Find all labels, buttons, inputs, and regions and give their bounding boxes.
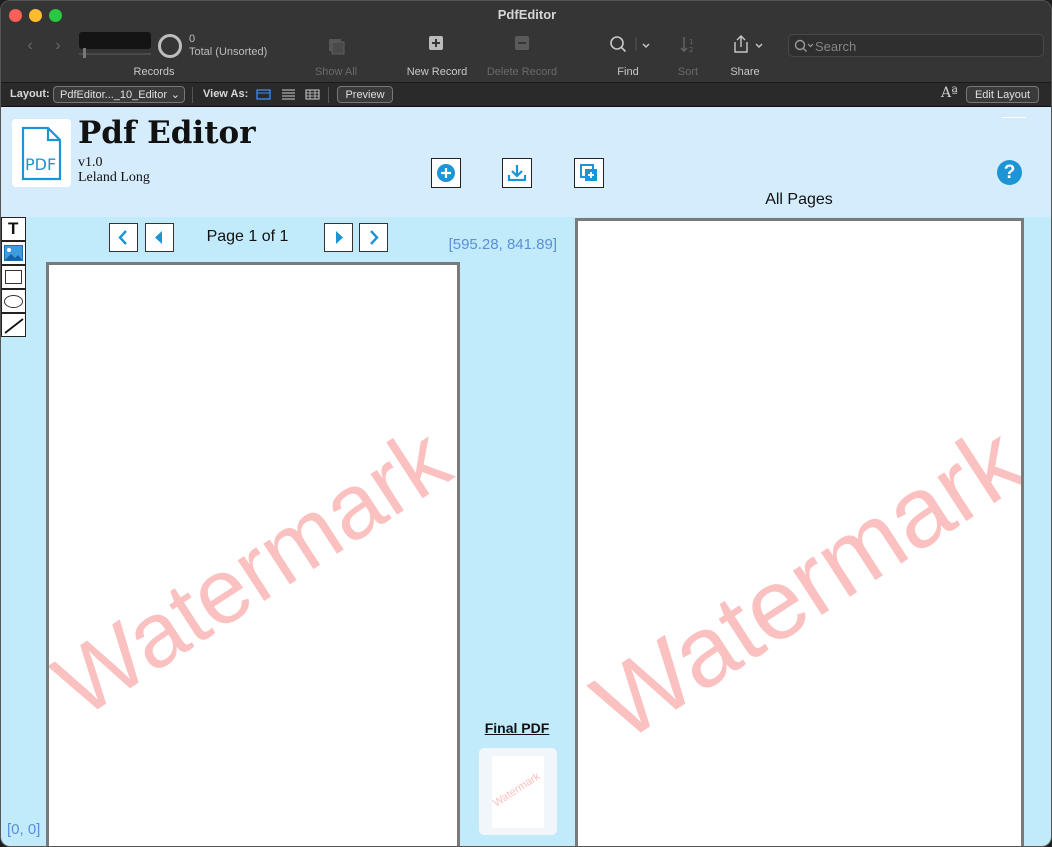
search-input[interactable]: Search	[788, 34, 1044, 57]
edit-page-canvas[interactable]: Watermark	[46, 262, 460, 846]
rectangle-tool-button[interactable]	[1, 265, 26, 289]
show-all-icon[interactable]	[327, 35, 347, 60]
page-size-readout: [595.28, 841.89]	[448, 236, 557, 253]
form-view-icon[interactable]	[256, 88, 271, 104]
thumbnail-watermark: Watermark	[492, 770, 543, 810]
app-window: PdfEditor ‹ › 0 Total (Unsorted) Records…	[0, 0, 1052, 847]
new-record-button[interactable]: New Record	[401, 66, 473, 78]
app-logo: PDF	[12, 119, 71, 187]
all-pages-label: All Pages	[765, 191, 833, 208]
search-icon	[794, 39, 814, 52]
previous-page-button[interactable]	[145, 223, 174, 252]
next-record-button[interactable]: ›	[51, 37, 65, 55]
line-tool-button[interactable]	[1, 313, 26, 337]
new-record-icon[interactable]	[428, 35, 446, 58]
thumbnail-page: Watermark	[492, 756, 544, 828]
add-element-button[interactable]	[431, 158, 461, 188]
all-pages-preview[interactable]: Watermark	[575, 218, 1024, 846]
app-version: v1.0	[78, 155, 103, 170]
text-tool-icon: T	[8, 219, 19, 238]
ellipse-icon	[4, 295, 23, 308]
chevron-down-icon: ⌄	[170, 89, 180, 101]
copy-plus-icon	[580, 164, 597, 181]
watermark-text: Watermark	[46, 407, 460, 737]
delete-record-icon[interactable]	[514, 35, 532, 58]
share-icon[interactable]	[732, 35, 768, 60]
sort-icon[interactable]: 12	[680, 35, 698, 60]
text-format-icon[interactable]: Aª	[941, 85, 958, 101]
record-progress-icon	[158, 34, 182, 58]
record-number-field[interactable]	[79, 32, 151, 49]
layout-select[interactable]: PdfEditor..._10_Editor ⌄	[53, 86, 185, 103]
window-title: PdfEditor	[497, 7, 557, 22]
divider	[1002, 117, 1026, 118]
divider	[328, 87, 329, 103]
sort-button[interactable]: Sort	[668, 66, 708, 78]
triangle-right-icon	[336, 231, 343, 244]
edit-layout-button[interactable]: Edit Layout	[966, 86, 1039, 103]
preview-button[interactable]: Preview	[337, 86, 393, 103]
pdf-file-icon	[21, 126, 62, 181]
plus-circle-icon	[437, 164, 455, 182]
next-page-button[interactable]	[324, 223, 353, 252]
previous-record-button[interactable]: ‹	[23, 37, 37, 55]
record-slider[interactable]	[79, 53, 151, 55]
first-page-button[interactable]	[109, 223, 138, 252]
view-as-label: View As:	[203, 88, 249, 100]
record-total: Total (Unsorted)	[189, 46, 268, 58]
search-placeholder: Search	[815, 39, 857, 54]
app-title: Pdf Editor	[78, 115, 256, 151]
rectangle-icon	[5, 270, 22, 284]
layout-label: Layout:	[10, 88, 50, 100]
image-tool-button[interactable]	[1, 241, 26, 265]
page-indicator: Page 1 of 1	[206, 228, 289, 245]
final-pdf-link[interactable]: Final PDF	[471, 720, 563, 736]
tool-palette: T	[1, 217, 26, 337]
add-page-button[interactable]	[574, 158, 604, 188]
header-band: PDF Pdf Editor v1.0 Leland Long ? All Pa…	[1, 107, 1051, 217]
final-pdf-thumbnail[interactable]: Watermark	[479, 748, 557, 835]
last-page-button[interactable]	[359, 223, 388, 252]
image-icon	[4, 245, 23, 261]
text-tool-button[interactable]: T	[1, 217, 26, 241]
line-icon	[4, 318, 24, 334]
table-view-icon[interactable]	[305, 88, 320, 104]
record-slider-handle[interactable]	[83, 48, 86, 58]
download-icon	[507, 165, 527, 182]
layout-content: PDF Pdf Editor v1.0 Leland Long ? All Pa…	[1, 107, 1051, 846]
list-view-icon[interactable]	[281, 88, 296, 104]
triangle-left-icon	[155, 231, 162, 244]
origin-readout: [0, 0]	[7, 821, 41, 838]
toolbar: PdfEditor ‹ › 0 Total (Unsorted) Records…	[1, 1, 1051, 83]
download-button[interactable]	[502, 158, 532, 188]
svg-text:2: 2	[689, 46, 693, 54]
delete-record-button[interactable]: Delete Record	[481, 66, 563, 78]
svg-text:1: 1	[689, 38, 693, 46]
find-icon[interactable]	[609, 35, 651, 60]
help-button[interactable]: ?	[997, 160, 1022, 185]
record-count: 0	[189, 33, 196, 45]
ellipse-tool-button[interactable]	[1, 289, 26, 313]
find-button[interactable]: Find	[608, 66, 648, 78]
chevron-left-icon	[118, 230, 127, 245]
divider	[192, 87, 193, 103]
app-author: Leland Long	[78, 170, 150, 185]
chevron-right-icon	[370, 230, 379, 245]
records-label: Records	[133, 66, 175, 78]
share-button[interactable]: Share	[725, 66, 765, 78]
show-all-button[interactable]: Show All	[306, 66, 366, 78]
layout-bar: Layout: PdfEditor..._10_Editor ⌄ View As…	[1, 83, 1051, 107]
watermark-text: Watermark	[575, 403, 1024, 763]
layout-select-value: PdfEditor..._10_Editor	[60, 89, 168, 101]
logo-text: PDF	[25, 155, 57, 174]
